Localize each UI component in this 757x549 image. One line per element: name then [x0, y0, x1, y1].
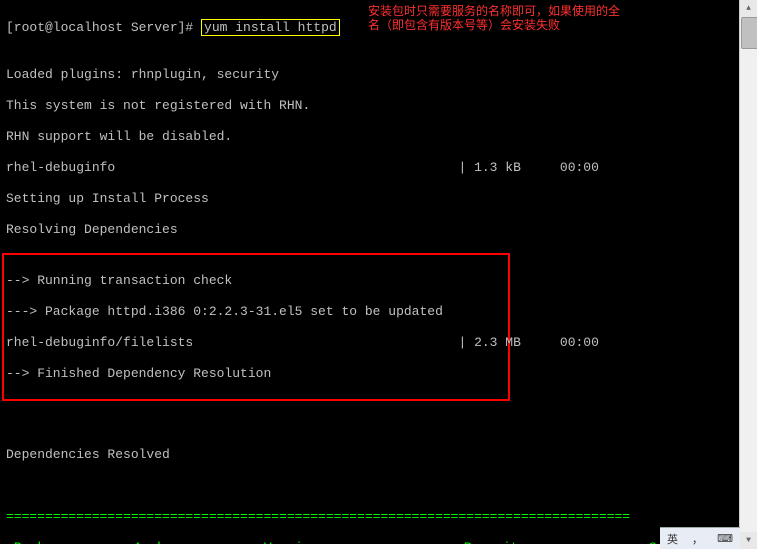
- ime-mode[interactable]: 英: [667, 531, 678, 547]
- output-line: Loaded plugins: rhnplugin, security: [6, 67, 734, 83]
- scroll-up-arrow[interactable]: ▲: [740, 0, 757, 17]
- output-line: RHN support will be disabled.: [6, 129, 734, 145]
- annotation-text: 安装包时只需要服务的名称即可，如果使用的全名（即包含有版本号等）会安装失败: [368, 4, 628, 32]
- command-highlight: yum install httpd: [201, 19, 340, 37]
- ime-punct[interactable]: ，: [692, 531, 703, 547]
- box-line: --> Running transaction check: [6, 273, 506, 289]
- keyboard-icon[interactable]: ⌨: [717, 532, 733, 545]
- output-line: Setting up Install Process: [6, 191, 734, 207]
- output-line: rhel-debuginfo | 1.3 kB 00:00: [6, 160, 734, 176]
- ime-taskbar[interactable]: 英 ， ⌨: [660, 527, 740, 549]
- divider: ========================================…: [6, 509, 734, 525]
- dependency-box: --> Running transaction check ---> Packa…: [2, 253, 510, 401]
- scroll-thumb[interactable]: [741, 17, 757, 49]
- header-package: Package: [14, 540, 134, 544]
- terminal[interactable]: [root@localhost Server]# yum install htt…: [0, 0, 740, 544]
- scroll-down-arrow[interactable]: ▼: [740, 532, 757, 549]
- box-line: rhel-debuginfo/filelists | 2.3 MB 00:00: [6, 335, 506, 351]
- header-arch: Arch: [134, 540, 264, 544]
- deps-resolved: Dependencies Resolved: [6, 447, 734, 463]
- shell-prompt: [root@localhost Server]#: [6, 20, 201, 35]
- header-version: Version: [264, 540, 464, 544]
- vertical-scrollbar[interactable]: ▲ ▼: [739, 0, 757, 549]
- box-line: ---> Package httpd.i386 0:2.2.3-31.el5 s…: [6, 304, 506, 320]
- box-line: --> Finished Dependency Resolution: [6, 366, 506, 382]
- output-line: Resolving Dependencies: [6, 222, 734, 238]
- table-header: PackageArchVersionRepositorySize: [6, 540, 734, 544]
- header-repository: Repository: [464, 540, 649, 544]
- scroll-track[interactable]: [740, 17, 757, 532]
- output-line: This system is not registered with RHN.: [6, 98, 734, 114]
